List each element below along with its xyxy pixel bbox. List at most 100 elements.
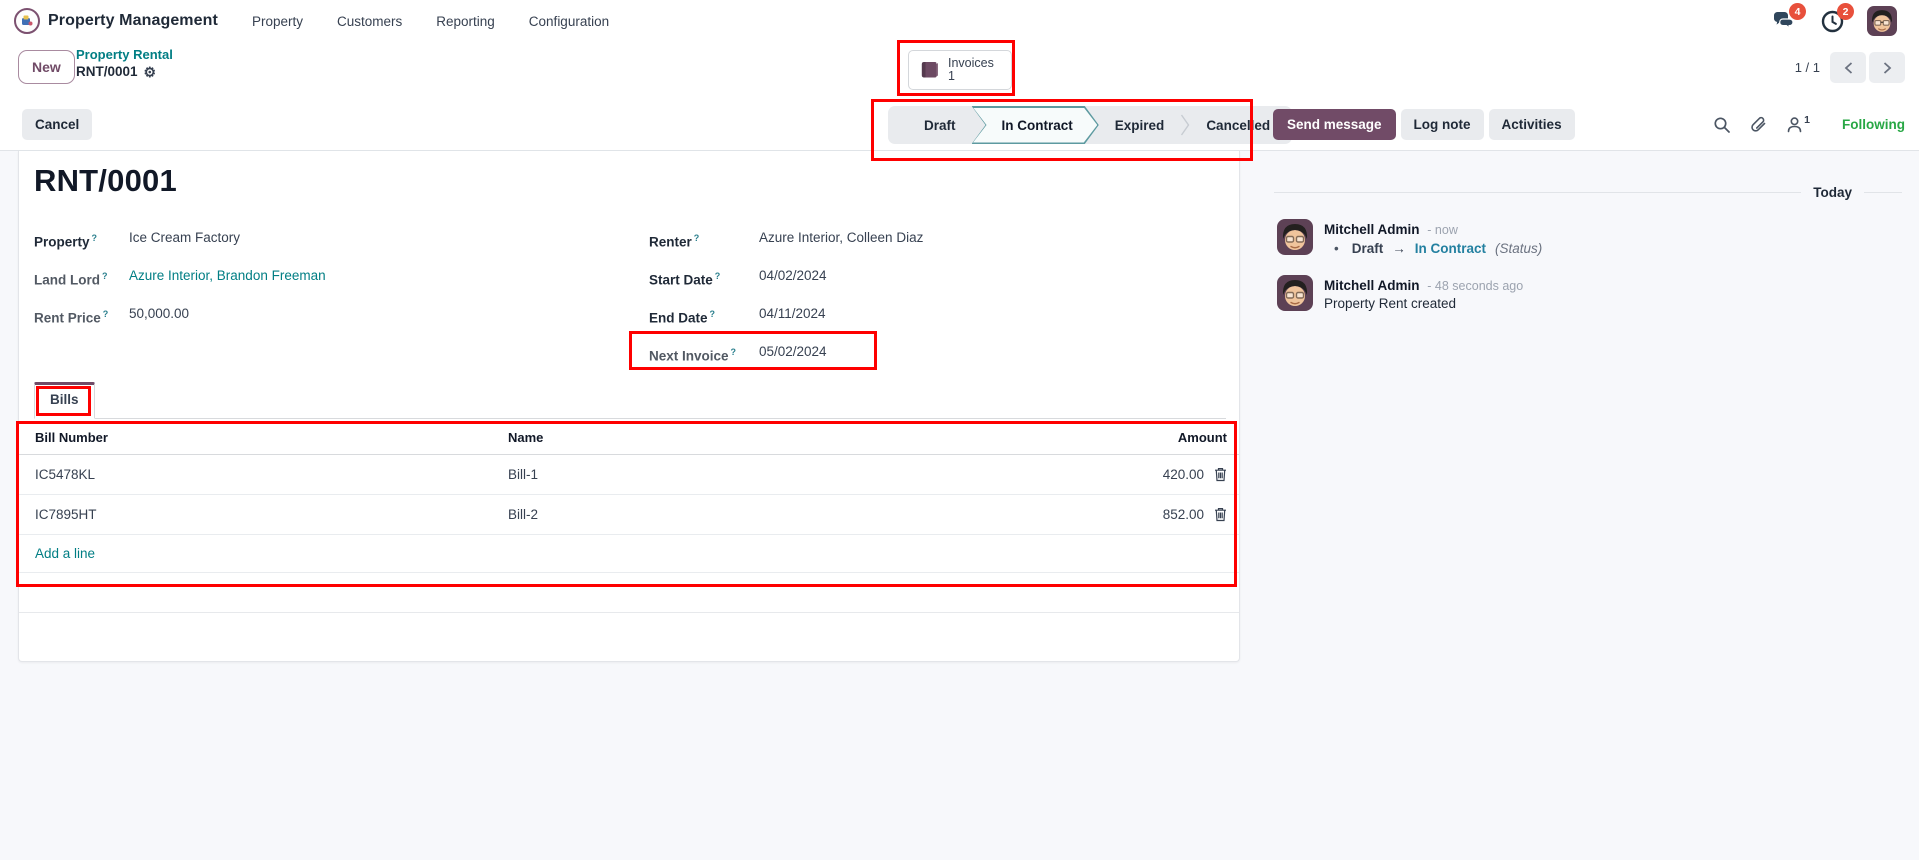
top-navbar: Property Management Property Customers R… bbox=[0, 0, 1919, 42]
field-next-invoice: Next Invoice? 05/02/2024 bbox=[649, 344, 827, 365]
stage-cancelled[interactable]: Cancelled bbox=[1190, 118, 1286, 133]
start-date-value[interactable]: 04/02/2024 bbox=[759, 268, 827, 284]
bill-row-1[interactable]: IC5478KL Bill-1 420.00 bbox=[19, 455, 1239, 495]
form-content-area: RNT/0001 Property? Ice Cream Factory Lan… bbox=[0, 151, 1919, 860]
pager-previous-button[interactable] bbox=[1830, 52, 1866, 83]
bills-table: Bill Number Name Amount IC5478KL Bill-1 … bbox=[19, 421, 1239, 573]
menu-item-property[interactable]: Property bbox=[252, 14, 303, 29]
tracking-value: • Draft → In Contract (Status) bbox=[1324, 241, 1542, 256]
send-message-button[interactable]: Send message bbox=[1273, 109, 1396, 140]
messages-menu[interactable]: 4 bbox=[1771, 8, 1797, 34]
delete-row-button[interactable] bbox=[1214, 507, 1227, 522]
help-icon[interactable]: ? bbox=[92, 233, 98, 243]
logo-glyph-icon bbox=[19, 13, 35, 29]
message-avatar[interactable] bbox=[1277, 275, 1313, 311]
form-status-bar: Cancel Draft In Contract Expired Cancell… bbox=[0, 98, 1919, 151]
paperclip-icon bbox=[1749, 115, 1768, 134]
bill-row-2[interactable]: IC7895HT Bill-2 852.00 bbox=[19, 495, 1239, 535]
message-avatar[interactable] bbox=[1277, 219, 1313, 255]
help-icon[interactable]: ? bbox=[694, 233, 700, 243]
bill-amount-cell[interactable]: 420.00 bbox=[1163, 467, 1204, 482]
trash-icon bbox=[1214, 507, 1227, 522]
record-title: RNT/0001 bbox=[34, 163, 177, 199]
message-body: Property Rent created bbox=[1324, 296, 1523, 311]
pager-next-button[interactable] bbox=[1869, 52, 1905, 83]
col-bill-number[interactable]: Bill Number bbox=[19, 430, 508, 445]
user-avatar-image bbox=[1867, 6, 1897, 36]
tracking-new-value: In Contract bbox=[1415, 241, 1486, 256]
invoices-button-label: Invoices bbox=[948, 56, 994, 70]
control-panel: New Property Rental RNT/0001 ⚙ Invoices … bbox=[0, 42, 1919, 98]
bills-table-header: Bill Number Name Amount bbox=[19, 421, 1239, 455]
app-title: Property Management bbox=[48, 12, 218, 30]
app-logo-icon[interactable] bbox=[14, 8, 40, 34]
help-icon[interactable]: ? bbox=[731, 347, 737, 357]
land-lord-value-link[interactable]: Azure Interior, Brandon Freeman bbox=[129, 268, 326, 284]
delete-row-button[interactable] bbox=[1214, 467, 1227, 482]
notebook-tabbar: Bills bbox=[34, 382, 1226, 419]
pager-counter: 1 / 1 bbox=[1795, 60, 1820, 75]
rent-price-value[interactable]: 50,000.00 bbox=[129, 306, 189, 322]
property-value[interactable]: Ice Cream Factory bbox=[129, 230, 240, 246]
stage-expired[interactable]: Expired bbox=[1099, 118, 1181, 133]
bill-name-cell[interactable]: Bill-2 bbox=[508, 507, 1053, 522]
tab-bills[interactable]: Bills bbox=[34, 382, 95, 419]
help-icon[interactable]: ? bbox=[103, 309, 109, 319]
gear-icon[interactable]: ⚙ bbox=[144, 65, 157, 79]
col-amount[interactable]: Amount bbox=[1053, 430, 1239, 445]
stage-separator-chevron-icon bbox=[1180, 114, 1190, 136]
renter-label: Renter bbox=[649, 235, 692, 250]
new-button[interactable]: New bbox=[18, 50, 75, 84]
cancel-button[interactable]: Cancel bbox=[22, 109, 92, 140]
invoices-smart-button[interactable]: Invoices 1 bbox=[908, 50, 1012, 90]
help-icon[interactable]: ? bbox=[710, 309, 716, 319]
field-start-date: Start Date? 04/02/2024 bbox=[649, 268, 827, 289]
next-invoice-label: Next Invoice bbox=[649, 349, 729, 364]
field-renter: Renter? Azure Interior, Colleen Diaz bbox=[649, 230, 923, 251]
col-name[interactable]: Name bbox=[508, 430, 1053, 445]
user-avatar[interactable] bbox=[1867, 6, 1897, 36]
activities-menu[interactable]: 2 bbox=[1819, 8, 1845, 34]
bill-number-cell[interactable]: IC7895HT bbox=[19, 507, 508, 522]
following-button[interactable]: Following bbox=[1842, 117, 1905, 132]
start-date-label: Start Date bbox=[649, 273, 713, 288]
renter-value[interactable]: Azure Interior, Colleen Diaz bbox=[759, 230, 923, 246]
add-line-row: Add a line bbox=[19, 535, 1239, 573]
stage-draft[interactable]: Draft bbox=[908, 118, 972, 133]
add-a-line-link[interactable]: Add a line bbox=[19, 546, 95, 561]
date-divider-label: Today bbox=[1813, 185, 1852, 200]
arrow-right-icon: → bbox=[1392, 241, 1406, 256]
bill-number-cell[interactable]: IC5478KL bbox=[19, 467, 508, 482]
follower-person-icon bbox=[1786, 116, 1803, 133]
menu-item-configuration[interactable]: Configuration bbox=[529, 14, 609, 29]
breadcrumb-parent-link[interactable]: Property Rental bbox=[76, 47, 173, 63]
stage-in-contract-active[interactable]: In Contract bbox=[972, 106, 1099, 144]
search-messages-button[interactable] bbox=[1713, 116, 1731, 134]
followers-button[interactable]: 1 bbox=[1786, 116, 1810, 133]
activities-badge: 2 bbox=[1837, 3, 1854, 20]
log-note-button[interactable]: Log note bbox=[1401, 109, 1484, 140]
menu-item-reporting[interactable]: Reporting bbox=[436, 14, 495, 29]
attach-files-button[interactable] bbox=[1749, 115, 1768, 134]
chevron-right-icon bbox=[1882, 61, 1893, 75]
bill-name-cell[interactable]: Bill-1 bbox=[508, 467, 1053, 482]
end-date-label: End Date bbox=[649, 311, 708, 326]
menu-item-customers[interactable]: Customers bbox=[337, 14, 402, 29]
chatter-thread: Today Mitchell Admin bbox=[1262, 151, 1919, 860]
invoices-button-count: 1 bbox=[948, 69, 955, 83]
field-rent-price: Rent Price? 50,000.00 bbox=[34, 306, 189, 327]
end-date-value[interactable]: 04/11/2024 bbox=[759, 306, 826, 322]
next-invoice-value[interactable]: 05/02/2024 bbox=[759, 344, 827, 360]
land-lord-label: Land Lord bbox=[34, 273, 100, 288]
messages-badge: 4 bbox=[1789, 3, 1806, 20]
activities-button[interactable]: Activities bbox=[1489, 109, 1575, 140]
bill-amount-cell[interactable]: 852.00 bbox=[1163, 507, 1204, 522]
message-author[interactable]: Mitchell Admin bbox=[1324, 222, 1420, 237]
help-icon[interactable]: ? bbox=[715, 271, 721, 281]
message-author[interactable]: Mitchell Admin bbox=[1324, 278, 1420, 293]
breadcrumb: Property Rental RNT/0001 ⚙ bbox=[76, 47, 173, 80]
message-time: - now bbox=[1427, 223, 1458, 237]
help-icon[interactable]: ? bbox=[102, 271, 108, 281]
main-menu: Property Customers Reporting Configurati… bbox=[252, 14, 609, 29]
avatar-image bbox=[1277, 275, 1313, 311]
